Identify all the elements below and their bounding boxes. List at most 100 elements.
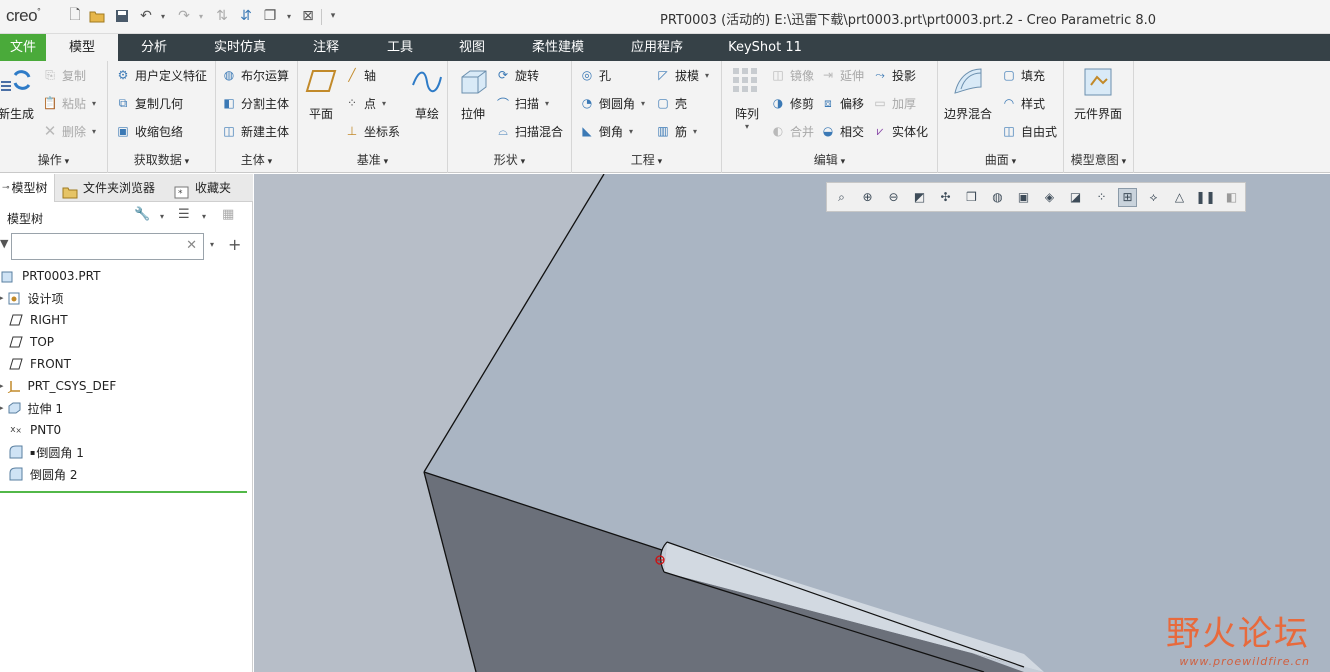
clear-search-icon[interactable]: ✕ <box>186 238 197 253</box>
customize-toolbar-icon[interactable]: ▾ <box>324 7 342 25</box>
tab-model[interactable]: 模型 <box>46 34 118 61</box>
solidify-button[interactable]: ⩗ 实体化 <box>872 121 928 141</box>
tree-item-round-1[interactable]: ▪ 倒圆角 1 <box>8 441 84 463</box>
merge-button[interactable]: ◐ 合并 <box>770 121 814 141</box>
windows-icon[interactable]: ❐ <box>261 7 279 25</box>
swept-blend-button[interactable]: ⌓ 扫描混合 <box>495 121 563 141</box>
saved-views-icon[interactable]: ❒ <box>962 188 981 207</box>
udf-button[interactable]: ⚙ 用户定义特征 <box>115 65 207 85</box>
rib-button[interactable]: ▥ 筋 ▾ <box>655 121 697 141</box>
revolve-button[interactable]: ⟳ 旋转 <box>495 65 539 85</box>
group-body-label[interactable]: 主体 <box>216 151 297 168</box>
boundary-blend-button[interactable]: 边界混合 <box>944 65 992 122</box>
redo-dropdown-icon[interactable]: ▾ <box>192 7 210 25</box>
offset-button[interactable]: ⧈ 偏移 <box>820 93 864 113</box>
thicken-button[interactable]: ▭ 加厚 <box>872 93 916 113</box>
appearance-icon[interactable]: △ <box>1170 188 1189 207</box>
tab-annotate[interactable]: 注释 <box>296 34 356 61</box>
point-button[interactable]: ⁘ 点 ▾ <box>344 93 386 113</box>
tab-model-tree[interactable]: ⊸ 模型树 <box>0 174 55 202</box>
draft-button[interactable]: ◸ 拔模 ▾ <box>655 65 709 85</box>
freestyle-button[interactable]: ◫ 自由式 <box>1001 121 1057 141</box>
pattern-button[interactable]: 阵列 ▾ <box>730 65 764 131</box>
paste-button[interactable]: 📋 粘贴 ▾ <box>42 93 97 113</box>
view-manager-icon[interactable]: ▣ <box>1014 188 1033 207</box>
perspective-icon[interactable]: ◈ <box>1040 188 1059 207</box>
filter-icon[interactable]: ▼ <box>0 237 8 250</box>
axis-button[interactable]: ╱ 轴 <box>344 65 376 85</box>
windows-dropdown-icon[interactable]: ▾ <box>280 7 298 25</box>
group-editing-label[interactable]: 编辑 <box>722 151 937 168</box>
tree-item-round-2[interactable]: 倒圆角 2 <box>8 463 77 485</box>
extend-button[interactable]: ⇥ 延伸 <box>820 65 864 85</box>
tree-item-design-items[interactable]: ▸ 设计项 <box>0 287 64 309</box>
new-file-icon[interactable]: 🗋 <box>66 7 84 25</box>
tree-show-dropdown-icon[interactable]: ▾ <box>202 212 206 221</box>
plane-button[interactable]: 平面 <box>304 65 338 122</box>
save-icon[interactable] <box>113 7 131 25</box>
copy-button[interactable]: ⎘ 复制 <box>42 65 86 85</box>
tab-flexible-modeling[interactable]: 柔性建模 <box>518 34 598 61</box>
undo-dropdown-icon[interactable]: ▾ <box>154 7 172 25</box>
fill-button[interactable]: ▢ 填充 <box>1001 65 1045 85</box>
refit-icon[interactable]: ⌕ <box>832 188 851 207</box>
sweep-button[interactable]: ⌒ 扫描 ▾ <box>495 93 549 113</box>
new-body-button[interactable]: ◫ 新建主体 <box>221 121 289 141</box>
shrinkwrap-button[interactable]: ▣ 收缩包络 <box>115 121 183 141</box>
tab-view[interactable]: 视图 <box>442 34 502 61</box>
regenerate-button[interactable]: 新生成 <box>0 65 34 122</box>
csys-button[interactable]: ⊥ 坐标系 <box>344 121 400 141</box>
shell-button[interactable]: ▢ 壳 <box>655 93 687 113</box>
tab-favorites[interactable]: * 收藏夹 <box>174 174 253 202</box>
tree-show-icon[interactable]: ☰ <box>178 207 190 222</box>
delete-button[interactable]: ✕ 删除 ▾ <box>42 121 96 141</box>
tree-item-csys[interactable]: ▸ PRT_CSYS_DEF <box>0 375 116 397</box>
group-model-intent-label[interactable]: 模型意图 <box>1064 151 1133 168</box>
group-get-data-label[interactable]: 获取数据 <box>108 151 215 168</box>
tab-folder-browser[interactable]: 文件夹浏览器 <box>62 174 167 202</box>
insert-here-indicator[interactable] <box>0 491 247 493</box>
annotation-display-icon[interactable]: ⊞ <box>1118 187 1137 207</box>
tree-item-top-plane[interactable]: TOP <box>8 331 54 353</box>
group-shapes-label[interactable]: 形状 <box>448 151 571 168</box>
tree-settings-icon[interactable]: 🔧 <box>134 207 150 222</box>
mirror-button[interactable]: ◫ 镜像 <box>770 65 814 85</box>
tab-keyshot[interactable]: KeyShot 11 <box>716 34 814 61</box>
search-dropdown-icon[interactable]: ▾ <box>210 240 214 249</box>
playback-icon[interactable]: ◧ <box>1222 188 1241 207</box>
graphics-window[interactable]: ⌕ ⊕ ⊖ ◩ ✣ ❒ ◍ ▣ ◈ ◪ ⁘ ⊞ ⟡ △ ❚❚ ◧ 野火论坛 ww… <box>254 174 1330 672</box>
tab-analysis[interactable]: 分析 <box>124 34 184 61</box>
tab-applications[interactable]: 应用程序 <box>618 34 696 61</box>
boolean-button[interactable]: ◍ 布尔运算 <box>221 65 289 85</box>
zoom-in-icon[interactable]: ⊕ <box>858 188 877 207</box>
repaint-icon[interactable]: ◩ <box>910 188 929 207</box>
tab-simulation[interactable]: 实时仿真 <box>200 34 280 61</box>
add-filter-icon[interactable]: + <box>228 235 241 254</box>
group-operations-label[interactable]: 操作 <box>0 151 107 168</box>
tree-item-right-plane[interactable]: RIGHT <box>8 309 68 331</box>
tree-search-input[interactable]: ✕ <box>11 233 204 260</box>
tree-settings-dropdown-icon[interactable]: ▾ <box>160 212 164 221</box>
component-interface-button[interactable]: 元件界面 <box>1074 65 1122 122</box>
close-window-icon[interactable]: ⊠ <box>299 7 317 25</box>
section-icon[interactable]: ◪ <box>1066 188 1085 207</box>
tree-columns-icon[interactable]: ▦ <box>222 207 234 222</box>
display-style-icon[interactable]: ◍ <box>988 188 1007 207</box>
tree-item-front-plane[interactable]: FRONT <box>8 353 71 375</box>
tree-item-root[interactable]: PRT0003.PRT <box>0 265 100 287</box>
hole-button[interactable]: ◎ 孔 <box>579 65 611 85</box>
undo-icon[interactable]: ↶ <box>137 7 155 25</box>
group-datum-label[interactable]: 基准 <box>298 151 447 168</box>
group-engineering-label[interactable]: 工程 <box>572 151 721 168</box>
spin-axis-icon[interactable]: ⟡ <box>1144 188 1163 207</box>
datum-display-icon[interactable]: ⁘ <box>1092 188 1111 207</box>
regenerate-small-icon[interactable]: ⇅ <box>213 7 231 25</box>
style-button[interactable]: ◠ 样式 <box>1001 93 1045 113</box>
open-folder-icon[interactable] <box>88 7 106 25</box>
intersect-button[interactable]: ◒ 相交 <box>820 121 864 141</box>
pause-icon[interactable]: ❚❚ <box>1195 188 1215 207</box>
tree-item-pnt0[interactable]: x × PNT0 <box>8 419 61 441</box>
project-button[interactable]: ⤳ 投影 <box>872 65 916 85</box>
regenerate-manager-icon[interactable]: ⇵ <box>237 7 255 25</box>
sketch-button[interactable]: 草绘 <box>410 65 444 122</box>
